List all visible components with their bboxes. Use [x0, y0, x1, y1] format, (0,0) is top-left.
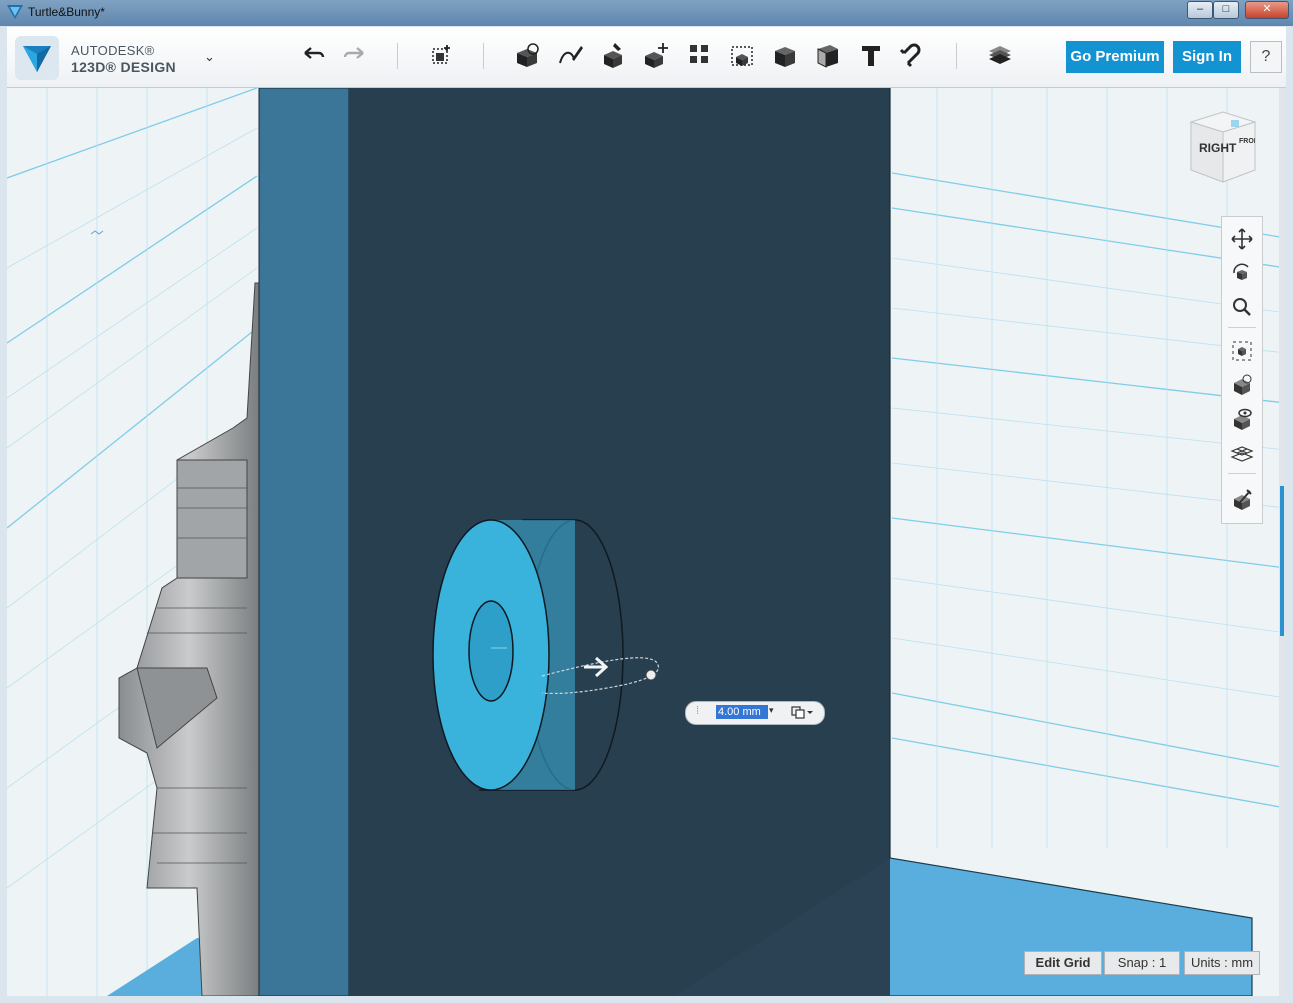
grouping-icon[interactable] — [726, 39, 758, 71]
units-button[interactable]: Units : mm — [1184, 951, 1260, 975]
navigation-bar — [1221, 216, 1263, 524]
toolbar-separator — [397, 43, 398, 69]
fit-icon[interactable] — [1230, 339, 1254, 363]
toolbar-separator — [483, 43, 484, 69]
pan-icon[interactable] — [1230, 227, 1254, 251]
construct-icon[interactable] — [597, 39, 629, 71]
modify-icon[interactable] — [640, 39, 672, 71]
viewcube-front-label[interactable]: FRONT — [1239, 138, 1255, 145]
visibility-icon[interactable] — [1230, 407, 1254, 431]
wall-side-face[interactable] — [258, 88, 350, 996]
widget-grip-icon: ⁞ — [696, 705, 700, 717]
distance-dropdown-icon[interactable]: ▾ — [769, 705, 774, 716]
extrude-distance-input[interactable]: 4.00 mm — [716, 705, 768, 719]
wall-front-face[interactable] — [349, 88, 890, 996]
brand-line-2: 123D® DESIGN — [71, 59, 176, 75]
window-titlebar: Turtle&Bunny* – □ ✕ — [0, 0, 1293, 26]
combine-icon[interactable] — [769, 39, 801, 71]
nav-separator — [1228, 473, 1256, 474]
snap-icon[interactable] — [898, 39, 930, 71]
material-icon[interactable] — [1230, 487, 1254, 511]
viewcube-right-label[interactable]: RIGHT — [1199, 141, 1236, 155]
3d-viewport[interactable]: RIGHT FRONT — [7, 88, 1286, 996]
go-premium-button[interactable]: Go Premium — [1066, 41, 1164, 73]
material-icon[interactable] — [984, 39, 1016, 71]
view-cube[interactable]: RIGHT FRONT — [1185, 108, 1261, 188]
view-icon[interactable] — [1230, 373, 1254, 397]
snap-button[interactable]: Snap : 1 — [1104, 951, 1180, 975]
brand-line-1: AUTODESK® — [71, 43, 155, 58]
orbit-icon[interactable] — [1230, 261, 1254, 285]
primitives-icon[interactable] — [511, 39, 543, 71]
extrude-options-icon[interactable] — [790, 703, 816, 721]
scrollbar-thumb[interactable] — [1280, 486, 1284, 636]
window-title: Turtle&Bunny* — [28, 5, 105, 19]
zoom-icon[interactable] — [1230, 295, 1254, 319]
transform-icon[interactable] — [425, 39, 457, 71]
text-icon[interactable] — [855, 39, 887, 71]
undo-icon[interactable] — [297, 39, 329, 71]
app-logo-icon — [7, 5, 23, 19]
3d-scene[interactable] — [7, 88, 1286, 996]
edit-grid-button[interactable]: Edit Grid — [1024, 951, 1102, 975]
sketch-icon[interactable] — [554, 39, 586, 71]
maximize-icon[interactable]: □ — [1213, 1, 1239, 19]
nav-separator — [1228, 327, 1256, 328]
autodesk-logo-icon — [15, 36, 59, 80]
help-button[interactable]: ? — [1250, 41, 1282, 73]
minimize-icon[interactable]: – — [1187, 1, 1213, 19]
redo-icon[interactable] — [339, 39, 371, 71]
close-icon[interactable]: ✕ — [1245, 1, 1289, 19]
pattern-icon[interactable] — [683, 39, 715, 71]
measure-icon[interactable] — [812, 39, 844, 71]
grid-toggle-icon[interactable] — [1230, 441, 1254, 465]
toolbar-separator — [956, 43, 957, 69]
main-toolbar: AUTODESK® 123D® DESIGN ⌄ Go Premium Sign… — [7, 27, 1286, 88]
sign-in-button[interactable]: Sign In — [1173, 41, 1241, 73]
app-menu-chevron-icon[interactable]: ⌄ — [204, 49, 215, 65]
